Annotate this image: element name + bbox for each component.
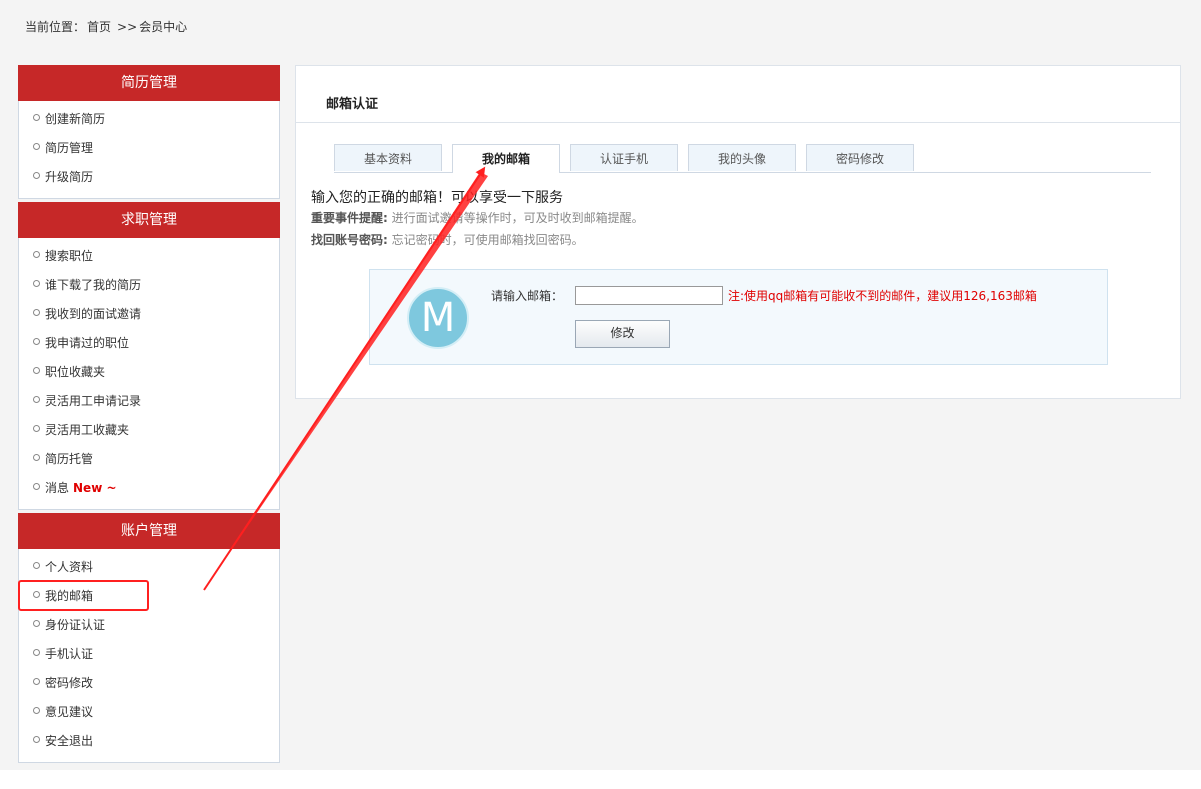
sidebar-group-job: 求职管理 搜索职位 谁下载了我的简历 我收到的面试邀请 我申请过的职位 职位收藏… [18,202,280,510]
sidebar-item-id-verify[interactable]: 身份证认证 [19,611,279,640]
sidebar-item-my-email[interactable]: 我的邮箱 [19,582,279,611]
sidebar-item-label: 安全退出 [45,734,94,748]
email-input[interactable] [575,286,723,305]
bullet-icon [33,251,40,258]
sidebar-item-label: 我申请过的职位 [45,336,130,350]
sidebar-item-resume-downloads[interactable]: 谁下载了我的简历 [19,271,279,300]
bullet-icon [33,338,40,345]
sidebar-item-label: 简历托管 [45,452,94,466]
sidebar-group-account: 账户管理 个人资料 我的邮箱 身份证认证 手机认证 密码修改 意见建议 安全退出 [18,513,280,763]
bullet-icon [33,562,40,569]
sidebar-item-label: 个人资料 [45,560,94,574]
sidebar-group-title: 求职管理 [18,202,280,238]
sidebar-item-label: 职位收藏夹 [45,365,106,379]
bullet-icon [33,591,40,598]
bullet-icon [33,280,40,287]
sidebar-item-label: 搜索职位 [45,249,94,263]
sidebar-item-profile[interactable]: 个人资料 [19,553,279,582]
tab-my-avatar[interactable]: 我的头像 [688,144,796,171]
sidebar-item-label: 我的邮箱 [45,589,94,603]
sidebar-item-upgrade-resume[interactable]: 升级简历 [19,163,279,192]
sidebar-item-create-resume[interactable]: 创建新简历 [19,105,279,134]
email-form: M 请输入邮箱： 注:使用qq邮箱有可能收不到的邮件，建议用126,163邮箱 … [369,269,1108,365]
sidebar-item-label: 灵活用工收藏夹 [45,423,130,437]
intro-section: 输入您的正确的邮箱！可以享受一下服务 重要事件提醒: 进行面试邀请等操作时，可及… [311,189,644,251]
sidebar-item-phone-verify[interactable]: 手机认证 [19,640,279,669]
sidebar-item-interview-invites[interactable]: 我收到的面试邀请 [19,300,279,329]
bullet-icon [33,454,40,461]
reminder-label: 重要事件提醒: [311,211,388,225]
recover-label: 找回账号密码: [311,233,388,247]
tab-change-password[interactable]: 密码修改 [806,144,914,171]
sidebar-item-label: 密码修改 [45,676,94,690]
bullet-icon [33,309,40,316]
breadcrumb-separator: >> [117,20,138,34]
sidebar-item-search-jobs[interactable]: 搜索职位 [19,242,279,271]
email-avatar-icon: M [407,287,469,349]
sidebar-item-label: 灵活用工申请记录 [45,394,142,408]
recover-text: 忘记密码时，可使用邮箱找回密码。 [391,233,584,247]
bullet-icon [33,396,40,403]
email-note: 注:使用qq邮箱有可能收不到的邮件，建议用126,163邮箱 [728,289,1037,303]
sidebar-item-applied-jobs[interactable]: 我申请过的职位 [19,329,279,358]
sidebar-group-title: 简历管理 [18,65,280,101]
breadcrumb-home-link[interactable]: 首页 [87,20,111,34]
page-title: 邮箱认证 [296,66,1180,123]
main-panel: 邮箱认证 基本资料 我的邮箱 认证手机 我的头像 密码修改 输入您的正确的邮箱！… [295,65,1181,399]
sidebar-item-label: 手机认证 [45,647,94,661]
sidebar-item-job-favorites[interactable]: 职位收藏夹 [19,358,279,387]
sidebar-item-change-password[interactable]: 密码修改 [19,669,279,698]
bullet-icon [33,143,40,150]
email-label: 请输入邮箱： [491,289,564,303]
sidebar-item-label: 我收到的面试邀请 [45,307,142,321]
bullet-icon [33,483,40,490]
bullet-icon [33,649,40,656]
bullet-icon [33,172,40,179]
tab-bar: 基本资料 我的邮箱 认证手机 我的头像 密码修改 [334,144,1151,173]
sidebar-item-flex-favorites[interactable]: 灵活用工收藏夹 [19,416,279,445]
reminder-line: 重要事件提醒: 进行面试邀请等操作时，可及时收到邮箱提醒。 [311,207,644,229]
sidebar-item-flex-applications[interactable]: 灵活用工申请记录 [19,387,279,416]
breadcrumb-current: 会员中心 [139,20,188,34]
sidebar-item-label: 升级简历 [45,170,94,184]
bullet-icon [33,425,40,432]
bullet-icon [33,114,40,121]
reminder-text: 进行面试邀请等操作时，可及时收到邮箱提醒。 [391,211,644,225]
bullet-icon [33,678,40,685]
sidebar-item-resume-hosting[interactable]: 简历托管 [19,445,279,474]
sidebar-item-feedback[interactable]: 意见建议 [19,698,279,727]
intro-heading: 输入您的正确的邮箱！可以享受一下服务 [311,190,563,206]
bullet-icon [33,736,40,743]
sidebar-item-resume-manage[interactable]: 简历管理 [19,134,279,163]
breadcrumb-label: 当前位置： [25,20,86,34]
submit-button[interactable]: 修改 [575,320,670,348]
sidebar-group-title: 账户管理 [18,513,280,549]
sidebar-item-label: 创建新简历 [45,112,106,126]
tab-my-email[interactable]: 我的邮箱 [452,144,560,173]
recover-line: 找回账号密码: 忘记密码时，可使用邮箱找回密码。 [311,229,644,251]
sidebar-item-label: 消息 [45,481,70,495]
sidebar-group-resume: 简历管理 创建新简历 简历管理 升级简历 [18,65,280,199]
new-badge: New ~ [73,481,117,495]
bullet-icon [33,367,40,374]
sidebar-item-messages[interactable]: 消息 New ~ [19,474,279,503]
sidebar: 简历管理 创建新简历 简历管理 升级简历 求职管理 搜索职位 谁下载了我的简历 … [18,65,280,766]
sidebar-item-label: 简历管理 [45,141,94,155]
sidebar-item-label: 意见建议 [45,705,94,719]
sidebar-item-label: 身份证认证 [45,618,106,632]
bullet-icon [33,620,40,627]
tab-verify-phone[interactable]: 认证手机 [570,144,678,171]
sidebar-item-logout[interactable]: 安全退出 [19,727,279,756]
bullet-icon [33,707,40,714]
sidebar-item-label: 谁下载了我的简历 [45,278,142,292]
tab-basic-info[interactable]: 基本资料 [334,144,442,171]
page-bottom-strip [0,770,1201,789]
breadcrumb: 当前位置： 首页 >> 会员中心 [25,19,189,35]
